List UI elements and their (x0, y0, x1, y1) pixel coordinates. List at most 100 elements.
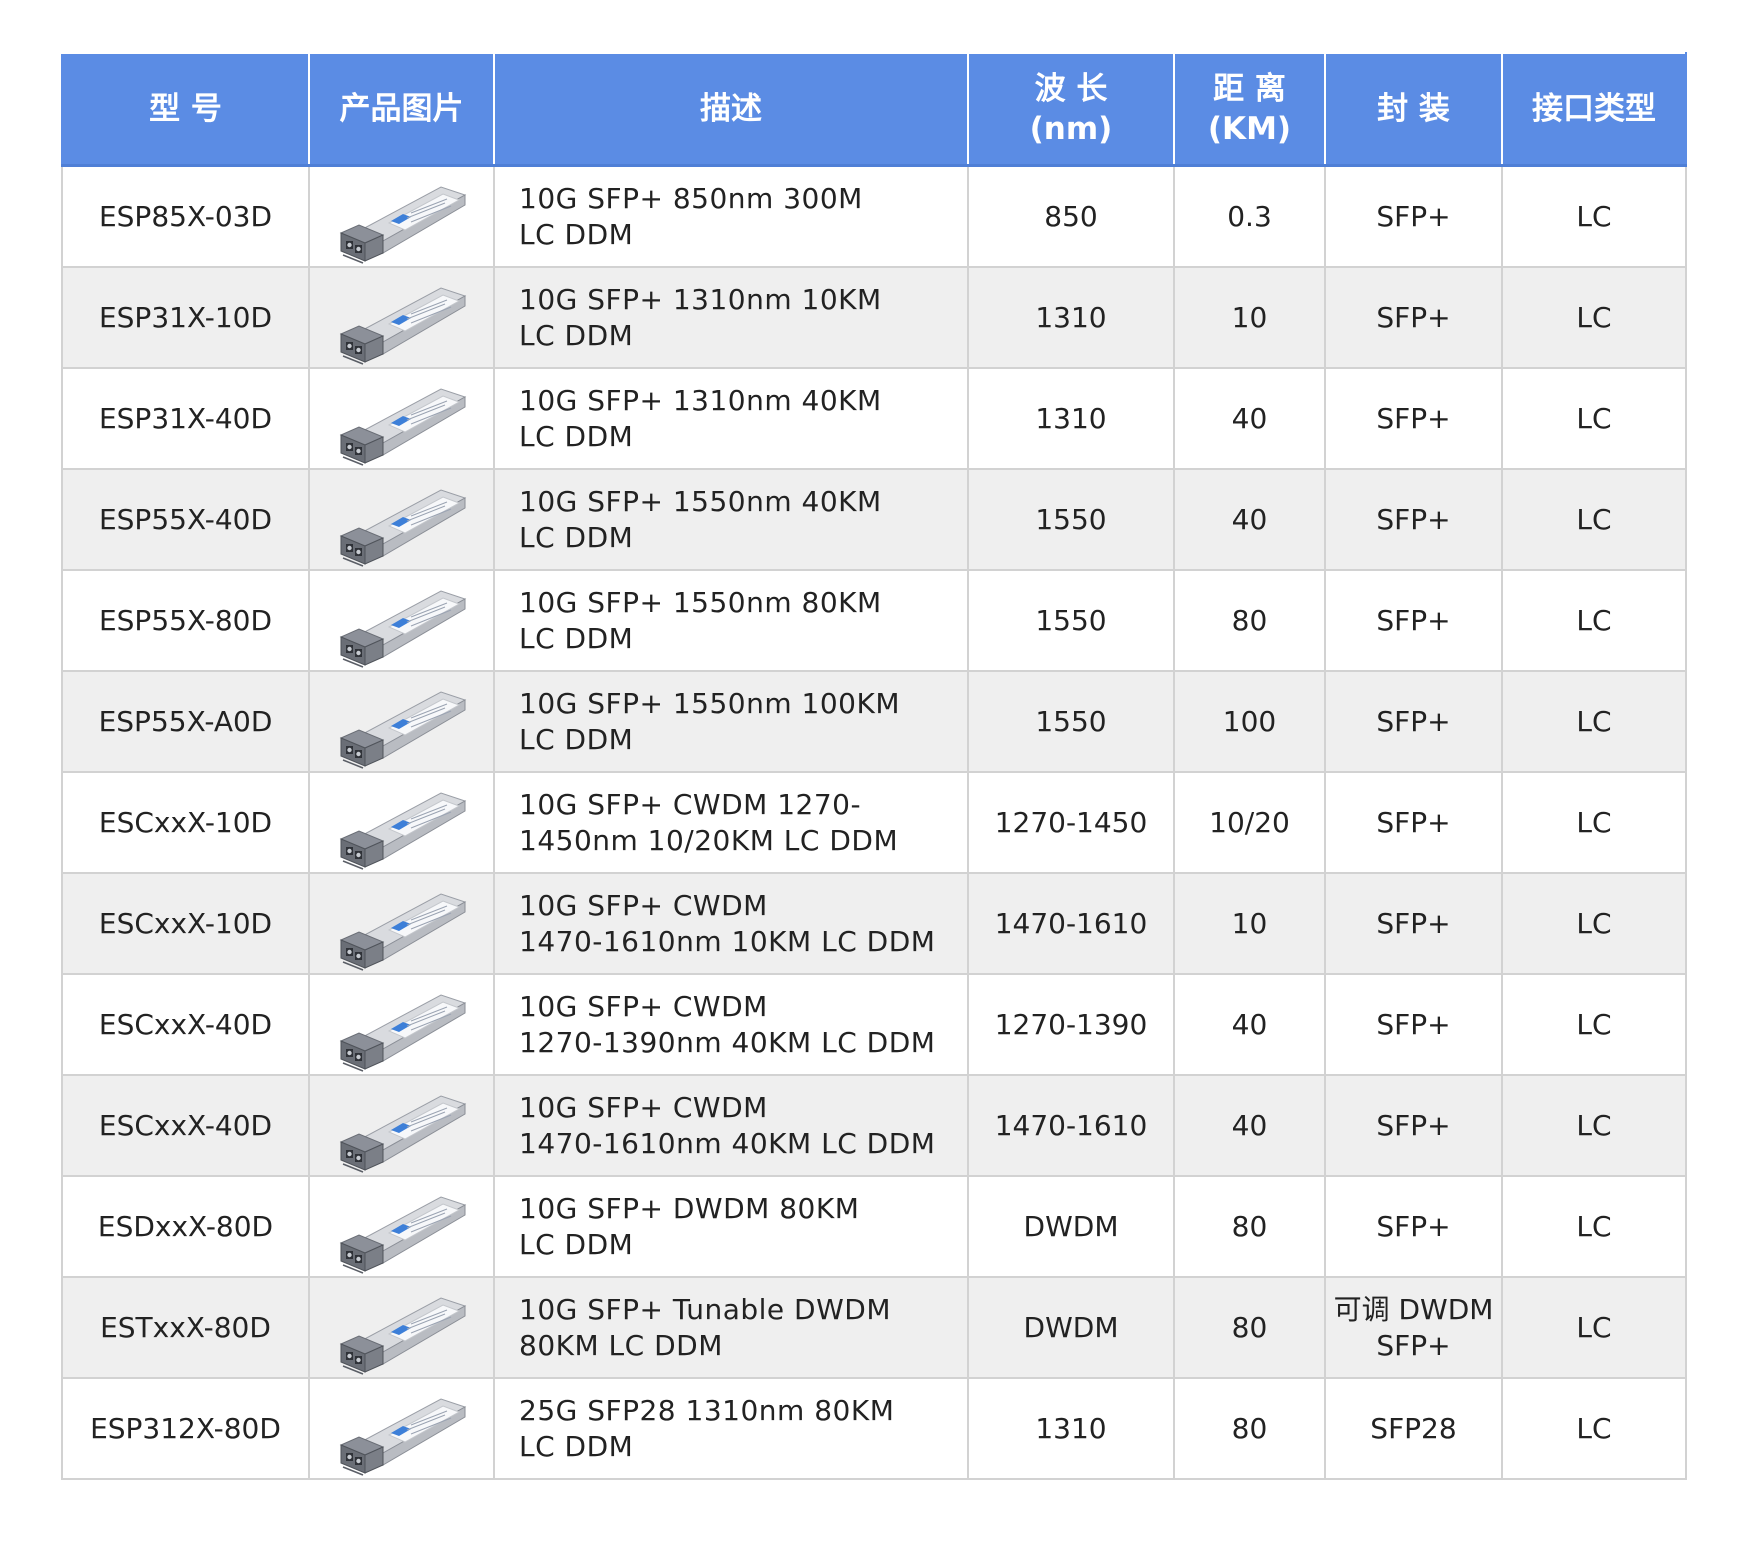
header-distance-label: 距 离 (1213, 71, 1286, 107)
package-cell: 可调 DWDM SFP+ (1324, 1276, 1503, 1379)
sfp-module-image (339, 387, 466, 466)
package-line: SFP+ (1376, 603, 1451, 637)
table-row: ESP312X-80D 25G SFP28 1310nm 80KM LC DDM 13… (61, 1377, 1687, 1480)
package-cell: SFP+ (1324, 569, 1503, 672)
table-row: ESP85X-03D 10G SFP+ 850nm 300M LC DDM 850 0.… (61, 164, 1687, 268)
image-cell (308, 771, 495, 874)
description-line: LC DDM (519, 217, 634, 251)
image-cell (308, 164, 495, 268)
table-row: ESCxxX-40D 10G SFP+ CWDM 1470-1610nm 40KM … (61, 1074, 1687, 1177)
package-line: SFP+ (1376, 199, 1451, 233)
package-cell: SFP28 (1324, 1377, 1503, 1480)
description-line: 10G SFP+ CWDM (519, 888, 768, 922)
wavelength-cell: 1310 (967, 1377, 1175, 1480)
wavelength-cell: DWDM (967, 1276, 1175, 1379)
description-line: LC DDM (519, 722, 634, 756)
model-cell: ESCxxX-40D (61, 973, 310, 1076)
package-cell: SFP+ (1324, 164, 1503, 268)
table-row: ESP31X-40D 10G SFP+ 1310nm 40KM LC DDM 1310… (61, 367, 1687, 470)
package-line: SFP+ (1376, 906, 1451, 940)
description-line: 10G SFP+ 1550nm 100KM (519, 686, 900, 720)
header-package: 封 装 (1324, 52, 1503, 167)
product-table: 型 号 产品图片 描述 波 长 (nm) 距 离 (KM) 封 装 接口类型 E… (61, 52, 1687, 1480)
description-cell: 10G SFP+ CWDM 1270- 1450nm 10/20KM LC DDM (493, 771, 969, 874)
wavelength-cell: 1310 (967, 367, 1175, 470)
sfp-module-image (339, 892, 466, 971)
header-description: 描述 (493, 52, 969, 167)
package-cell: SFP+ (1324, 872, 1503, 975)
header-interface: 接口类型 (1501, 52, 1687, 167)
image-cell (308, 468, 495, 571)
header-image: 产品图片 (308, 52, 495, 167)
interface-cell: LC (1501, 973, 1687, 1076)
description-line: LC DDM (519, 318, 634, 352)
distance-cell: 80 (1173, 1175, 1326, 1278)
wavelength-cell: 1550 (967, 670, 1175, 773)
model-cell: ESDxxX-80D (61, 1175, 310, 1278)
sfp-module-image (339, 1397, 466, 1476)
table-row: ESDxxX-80D 10G SFP+ DWDM 80KM LC DDM DWDM 80… (61, 1175, 1687, 1278)
description-cell: 10G SFP+ Tunable DWDM 80KM LC DDM (493, 1276, 969, 1379)
description-cell: 10G SFP+ 1550nm 40KM LC DDM (493, 468, 969, 571)
header-distance-unit: (KM) (1207, 111, 1292, 147)
distance-cell: 40 (1173, 1074, 1326, 1177)
description-line: 10G SFP+ Tunable DWDM (519, 1292, 891, 1326)
package-cell: SFP+ (1324, 670, 1503, 773)
sfp-module-image (339, 286, 466, 365)
wavelength-cell: 1470-1610 (967, 872, 1175, 975)
package-line: SFP+ (1376, 805, 1451, 839)
description-cell: 10G SFP+ 1550nm 100KM LC DDM (493, 670, 969, 773)
header-wavelength: 波 长 (nm) (967, 52, 1175, 167)
description-line: 25G SFP28 1310nm 80KM (519, 1393, 895, 1427)
sfp-module-image (339, 1195, 466, 1274)
model-cell: ESCxxX-10D (61, 771, 310, 874)
table-row: ESCxxX-10D 10G SFP+ CWDM 1270- 1450nm 10/2… (61, 771, 1687, 874)
sfp-module-image (339, 993, 466, 1072)
sfp-module-image (339, 589, 466, 668)
description-cell: 25G SFP28 1310nm 80KM LC DDM (493, 1377, 969, 1480)
model-cell: ESP55X-A0D (61, 670, 310, 773)
sfp-module-image (339, 1296, 466, 1375)
package-line: 可调 DWDM (1333, 1292, 1494, 1326)
distance-cell: 10 (1173, 872, 1326, 975)
distance-cell: 80 (1173, 569, 1326, 672)
table-row: ESCxxX-40D 10G SFP+ CWDM 1270-1390nm 40KM … (61, 973, 1687, 1076)
distance-cell: 10 (1173, 266, 1326, 369)
table-body: ESP85X-03D 10G SFP+ 850nm 300M LC DDM 850 0.… (61, 164, 1687, 1480)
package-line: SFP+ (1376, 1007, 1451, 1041)
distance-cell: 0.3 (1173, 164, 1326, 268)
description-line: 10G SFP+ CWDM 1270- (519, 787, 862, 821)
description-line: LC DDM (519, 1429, 634, 1463)
description-cell: 10G SFP+ 1310nm 10KM LC DDM (493, 266, 969, 369)
table-row: ESP55X-A0D 10G SFP+ 1550nm 100KM LC DDM 155… (61, 670, 1687, 773)
model-cell: ESP55X-40D (61, 468, 310, 571)
package-cell: SFP+ (1324, 266, 1503, 369)
interface-cell: LC (1501, 1074, 1687, 1177)
image-cell (308, 670, 495, 773)
package-cell: SFP+ (1324, 973, 1503, 1076)
sfp-module-image (339, 185, 466, 264)
image-cell (308, 1377, 495, 1480)
description-line: 10G SFP+ 1550nm 40KM (519, 484, 882, 518)
image-cell (308, 1074, 495, 1177)
image-cell (308, 266, 495, 369)
image-cell (308, 367, 495, 470)
description-line: LC DDM (519, 1227, 634, 1261)
image-cell (308, 973, 495, 1076)
package-line: SFP+ (1376, 1209, 1451, 1243)
table-row: ESP31X-10D 10G SFP+ 1310nm 10KM LC DDM 1310… (61, 266, 1687, 369)
table-header: 型 号 产品图片 描述 波 长 (nm) 距 离 (KM) 封 装 接口类型 (61, 52, 1687, 167)
model-cell: ESP85X-03D (61, 164, 310, 268)
description-line: 10G SFP+ 1310nm 10KM (519, 282, 882, 316)
description-line: LC DDM (519, 419, 634, 453)
description-line: 1450nm 10/20KM LC DDM (519, 823, 899, 857)
table-row: ESTxxX-80D 10G SFP+ Tunable DWDM 80KM LC D… (61, 1276, 1687, 1379)
description-line: 10G SFP+ 1550nm 80KM (519, 585, 882, 619)
sfp-module-image (339, 791, 466, 870)
description-line: 10G SFP+ CWDM (519, 1090, 768, 1124)
wavelength-cell: 1270-1390 (967, 973, 1175, 1076)
package-cell: SFP+ (1324, 468, 1503, 571)
model-cell: ESTxxX-80D (61, 1276, 310, 1379)
package-line: SFP+ (1376, 300, 1451, 334)
interface-cell: LC (1501, 1377, 1687, 1480)
